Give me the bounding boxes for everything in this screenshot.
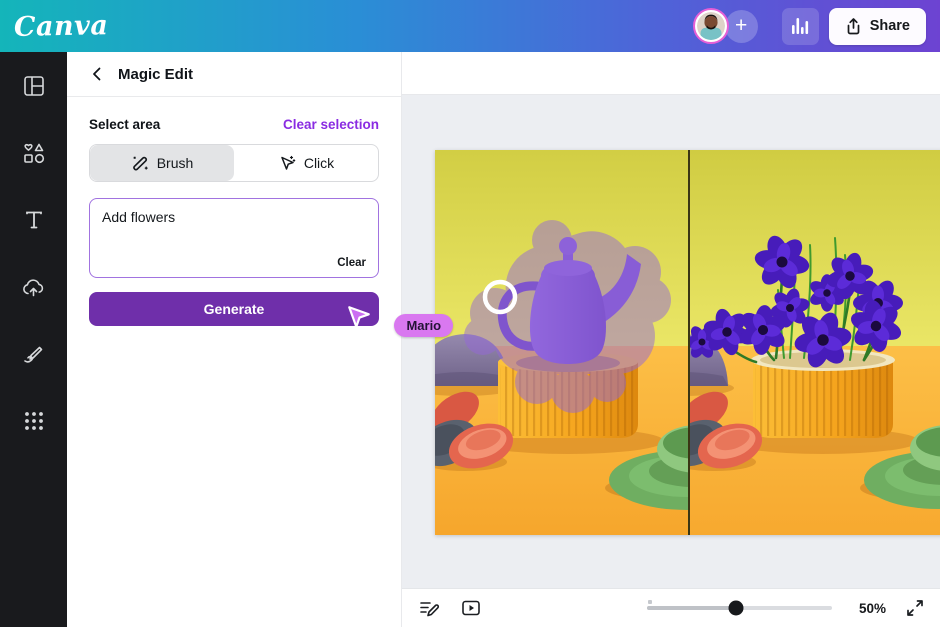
collaborator-pointer-icon <box>346 304 372 330</box>
canva-logo[interactable]: Canva <box>14 10 109 43</box>
generate-button[interactable]: Generate <box>89 292 379 326</box>
bar-chart-icon <box>791 17 809 35</box>
sidebar-item-elements[interactable] <box>20 139 48 167</box>
zoom-slider-handle[interactable] <box>728 601 743 616</box>
design-icon <box>22 74 46 98</box>
canvas-area: 50% <box>402 52 940 627</box>
zoom-slider-tick <box>648 600 652 604</box>
apps-icon <box>23 410 45 432</box>
sidebar-item-design[interactable] <box>20 72 48 100</box>
collaborator-name-badge: Mario <box>394 314 453 337</box>
insights-button[interactable] <box>782 8 819 45</box>
share-button[interactable]: Share <box>829 8 926 45</box>
prompt-clear-button[interactable]: Clear <box>337 257 366 269</box>
share-label: Share <box>870 18 910 34</box>
design-page[interactable] <box>435 150 940 535</box>
page-image-after[interactable] <box>690 150 940 535</box>
avatar[interactable] <box>693 8 729 44</box>
clear-selection-link[interactable]: Clear selection <box>283 117 379 132</box>
add-member-button[interactable]: + <box>725 10 758 43</box>
context-toolbar <box>402 52 940 95</box>
sidebar-item-text[interactable] <box>20 206 48 234</box>
present-icon[interactable] <box>460 597 482 619</box>
prompt-text: Add flowers <box>102 209 175 225</box>
bottom-bar: 50% <box>402 588 940 627</box>
select-area-label: Select area <box>89 117 160 132</box>
topbar: Canva + <box>0 0 940 52</box>
elements-icon <box>21 141 46 166</box>
draw-icon <box>21 342 46 367</box>
panel-title: Magic Edit <box>118 66 193 83</box>
canvas[interactable] <box>402 95 940 588</box>
back-icon[interactable] <box>89 66 105 82</box>
notes-icon[interactable] <box>418 597 440 619</box>
magic-click-icon <box>278 154 296 172</box>
tab-brush[interactable]: Brush <box>90 145 234 181</box>
magic-edit-panel: Magic Edit Select area Clear selection B… <box>67 52 402 627</box>
tab-click-label: Click <box>304 155 334 171</box>
text-icon <box>22 208 46 232</box>
sidebar-item-draw[interactable] <box>20 340 48 368</box>
sidebar-item-uploads[interactable] <box>20 273 48 301</box>
selection-tool-switch: Brush Click <box>89 144 379 182</box>
sidebar-rail <box>0 52 67 627</box>
page-image-before[interactable] <box>435 150 688 535</box>
sidebar-item-apps[interactable] <box>20 407 48 435</box>
avatar-image <box>697 12 725 40</box>
prompt-input[interactable]: Add flowers Clear <box>89 198 379 278</box>
fullscreen-icon[interactable] <box>906 599 924 617</box>
uploads-icon <box>21 275 46 300</box>
share-icon <box>845 17 862 35</box>
collaborator-cursor: Mario <box>346 304 453 337</box>
magic-brush-icon <box>131 154 149 172</box>
tab-click[interactable]: Click <box>234 145 378 181</box>
zoom-level[interactable]: 50% <box>852 601 886 616</box>
canva-editor: Canva + <box>0 0 940 627</box>
zoom-slider-fill <box>647 606 736 610</box>
tab-brush-label: Brush <box>157 155 194 171</box>
zoom-slider[interactable] <box>647 606 832 610</box>
